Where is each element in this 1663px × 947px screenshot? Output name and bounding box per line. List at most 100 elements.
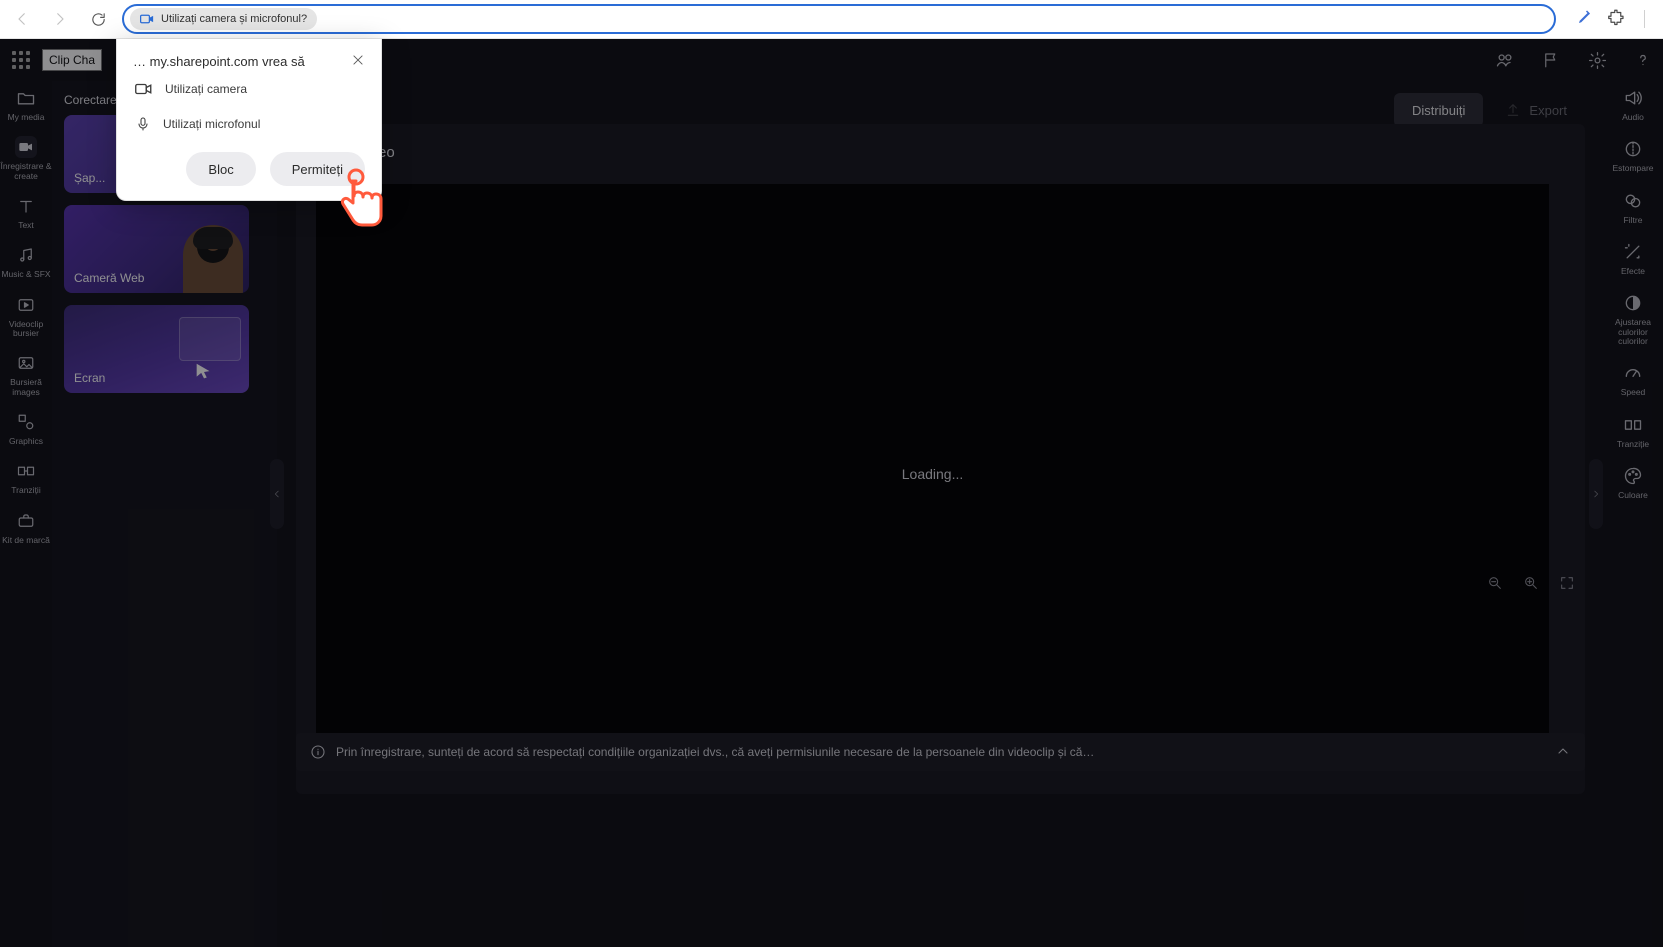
rail-effects[interactable]: Efecte — [1607, 241, 1659, 276]
clipchamp-app: Distribuiți Export 16:9 My media Înregis… — [0, 39, 1663, 947]
permission-allow-button[interactable]: Permiteți — [270, 152, 365, 186]
collapse-left-panel[interactable] — [270, 459, 284, 529]
rail-label: Efecte — [1621, 267, 1645, 276]
reload-button[interactable] — [84, 5, 112, 33]
permission-mic-label: Utilizați microfonul — [163, 117, 260, 131]
app-launcher-icon[interactable] — [10, 49, 32, 71]
address-bar[interactable]: Utilizați camera și microfonul? — [122, 4, 1556, 34]
rail-speed[interactable]: Speed — [1607, 362, 1659, 397]
help-icon[interactable] — [1633, 50, 1653, 70]
collaborate-icon[interactable] — [1495, 50, 1515, 70]
close-icon[interactable] — [351, 53, 365, 70]
rail-label: Videoclip bursier — [0, 320, 52, 339]
gauge-icon — [1622, 362, 1644, 384]
rail-text[interactable]: Text — [0, 195, 52, 230]
allow-label: Permiteți — [292, 162, 343, 177]
zoom-out-icon[interactable] — [1487, 575, 1503, 596]
shapes-icon — [15, 411, 37, 433]
music-icon — [15, 244, 37, 266]
rail-label: My media — [8, 113, 45, 122]
rail-label: Graphics — [9, 437, 43, 446]
collapse-right-panel[interactable] — [1589, 459, 1603, 529]
rail-transitions[interactable]: Tranziții — [0, 460, 52, 495]
video-preview: Loading... — [316, 184, 1549, 764]
camera-icon — [15, 136, 37, 158]
rail-fade[interactable]: Estompare — [1607, 138, 1659, 173]
permission-camera-label: Utilizați camera — [165, 82, 247, 96]
thumb-label: Șap... — [74, 171, 105, 185]
rail-brand-kit[interactable]: Kit de marcă — [0, 510, 52, 545]
rail-label: Filtre — [1624, 216, 1643, 225]
video-icon — [15, 294, 37, 316]
rail-record-create[interactable]: Înregistrare & create — [0, 136, 52, 181]
rail-transition[interactable]: Tranziție — [1607, 414, 1659, 449]
camera-icon — [135, 82, 153, 96]
rail-color[interactable]: Culoare — [1607, 465, 1659, 500]
microphone-icon — [135, 114, 151, 134]
thumb-screen[interactable]: Ecran — [64, 305, 249, 393]
permission-chip[interactable]: Utilizați camera și microfonul? — [130, 8, 317, 30]
permission-chip-text: Utilizați camera și microfonul? — [161, 13, 307, 25]
share-export-row: Distribuiți Export — [1394, 93, 1581, 127]
rail-label: Înregistrare & create — [0, 162, 51, 181]
feedback-flag-icon[interactable] — [1541, 50, 1561, 70]
consent-expand[interactable] — [1555, 743, 1571, 762]
rail-label: Music & SFX — [1, 270, 50, 279]
rail-label: Ajustarea culorilor culorilor — [1607, 318, 1659, 346]
thumb-label: Cameră Web — [74, 271, 144, 285]
share-button[interactable]: Distribuiți — [1394, 93, 1483, 127]
fade-icon — [1622, 138, 1644, 160]
rail-label: Estompare — [1612, 164, 1653, 173]
rail-label: Speed — [1621, 388, 1646, 397]
person-avatar-graphic — [183, 225, 243, 293]
rail-music[interactable]: Music & SFX — [0, 244, 52, 279]
rail-label: Tranziții — [11, 486, 40, 495]
right-rail: Audio Estompare Filtre Efecte Ajustarea … — [1603, 81, 1663, 947]
permission-origin: … my.sharepoint.com vrea să — [133, 54, 305, 69]
rail-graphics[interactable]: Graphics — [0, 411, 52, 446]
left-rail: My media Înregistrare & create Text Musi… — [0, 81, 52, 947]
window-graphic — [179, 317, 241, 361]
share-button-label: Distribuiți — [1412, 103, 1465, 118]
consent-text: Prin înregistrare, sunteți de acord să r… — [336, 745, 1096, 759]
rail-label: Bursieră images — [10, 378, 42, 397]
rail-filters[interactable]: Filtre — [1607, 190, 1659, 225]
project-title-input[interactable] — [42, 49, 102, 71]
recorder-stage: eo Loading... — [296, 124, 1585, 794]
rail-my-media[interactable]: My media — [0, 87, 52, 122]
thumb-webcam[interactable]: Cameră Web — [64, 205, 249, 293]
rail-label: Kit de marcă — [2, 536, 50, 545]
transition-icon — [15, 460, 37, 482]
rail-stock-images[interactable]: Bursieră images — [0, 352, 52, 397]
extensions-icon[interactable] — [1608, 8, 1626, 31]
browser-toolbar: Utilizați camera și microfonul? — [0, 0, 1663, 39]
forward-button[interactable] — [46, 5, 74, 33]
rail-adjust-colors[interactable]: Ajustarea culorilor culorilor — [1607, 292, 1659, 346]
settings-gear-icon[interactable] — [1587, 50, 1607, 70]
briefcase-icon — [15, 510, 37, 532]
rail-label: Text — [18, 221, 34, 230]
rail-label: Tranziție — [1617, 440, 1649, 449]
timeline-zoom-controls — [1487, 575, 1575, 596]
rail-stock-video[interactable]: Videoclip bursier — [0, 294, 52, 339]
zoom-in-icon[interactable] — [1523, 575, 1539, 596]
pen-extension-icon[interactable] — [1576, 8, 1594, 31]
contrast-icon — [1622, 292, 1644, 314]
back-button[interactable] — [8, 5, 36, 33]
info-icon — [310, 744, 326, 760]
export-button[interactable]: Export — [1495, 93, 1581, 127]
permission-row-camera: Utilizați camera — [135, 82, 365, 96]
rail-label: Culoare — [1618, 491, 1648, 500]
transition-icon — [1622, 414, 1644, 436]
text-icon — [15, 195, 37, 217]
rail-audio[interactable]: Audio — [1607, 87, 1659, 122]
loading-text: Loading... — [902, 466, 964, 482]
upload-icon — [1505, 102, 1521, 118]
permission-block-button[interactable]: Bloc — [186, 152, 255, 186]
folder-icon — [15, 87, 37, 109]
media-panel: Corectare din nou Șap... Cameră Web Ecra… — [52, 81, 277, 947]
speaker-icon — [1622, 87, 1644, 109]
cursor-icon — [193, 361, 215, 383]
camera-icon — [140, 13, 155, 25]
fit-icon[interactable] — [1559, 575, 1575, 596]
